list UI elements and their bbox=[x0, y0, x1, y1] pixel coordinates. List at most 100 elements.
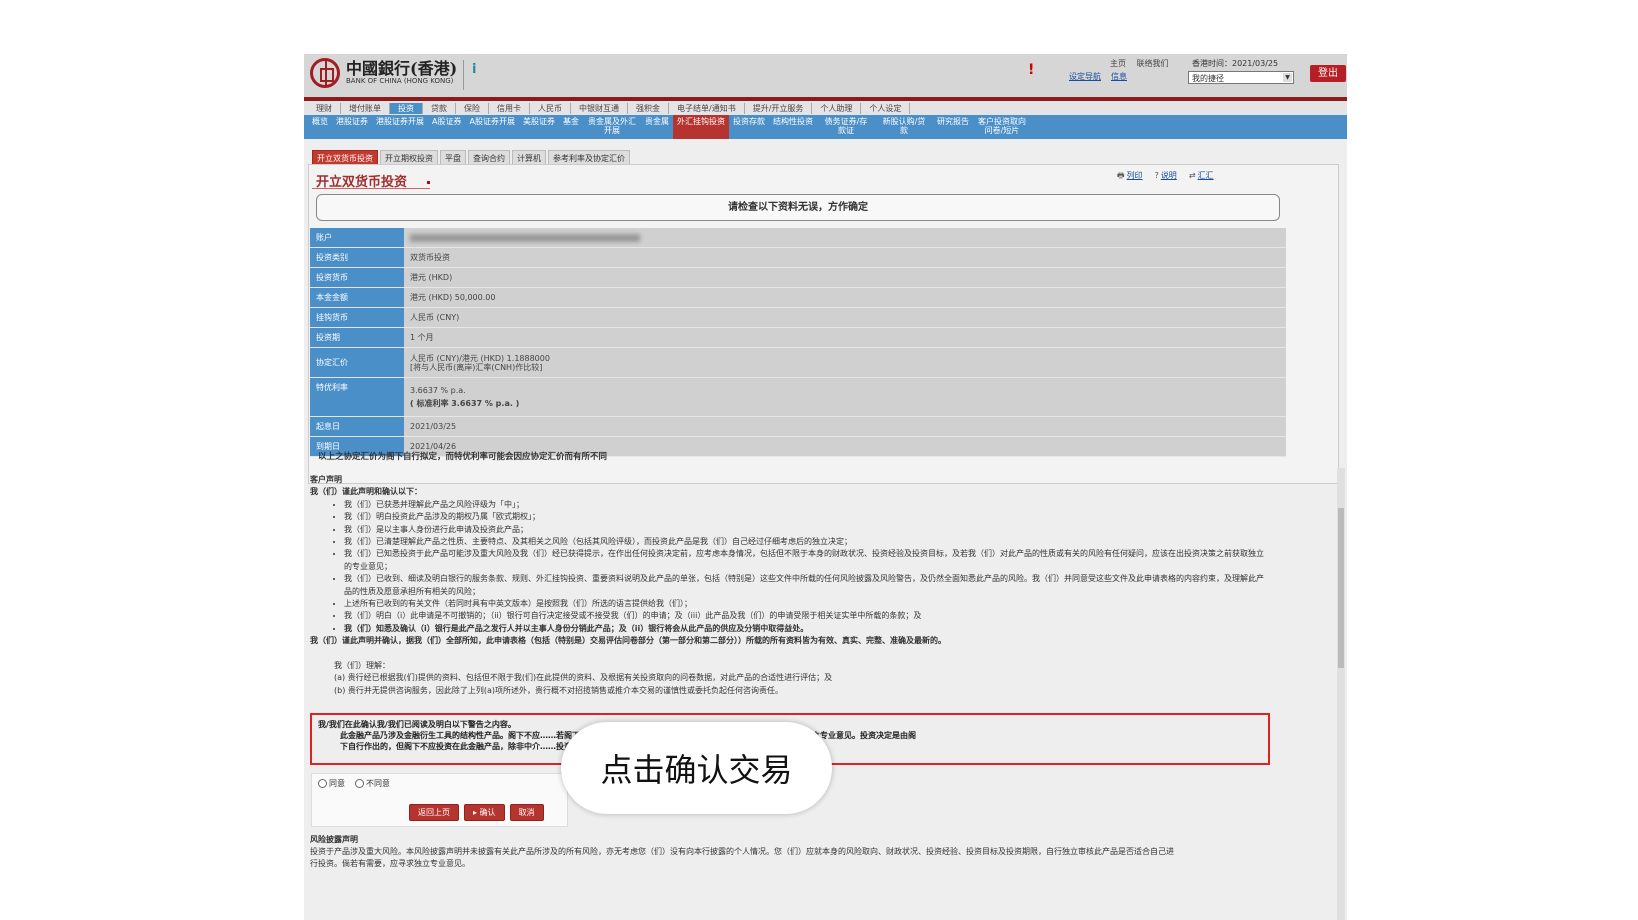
detail-value: 人民币 (CNY)/港元 (HKD) 1.1888000 [将与人民币(离岸)汇… bbox=[404, 348, 1286, 377]
subnav-item[interactable]: 研究报告 bbox=[933, 115, 973, 139]
confirm-label: 确认 bbox=[479, 808, 496, 817]
subnav-item[interactable]: 港股证券开展 bbox=[372, 115, 428, 139]
agree-label: 同意 bbox=[329, 779, 345, 788]
disagree-label: 不同意 bbox=[366, 779, 390, 788]
subnav-item[interactable]: 概览 bbox=[308, 115, 332, 139]
preferential-rate: 3.6637 % p.a. bbox=[410, 386, 466, 395]
action-buttons: 返回上页 ▸ 确认 取消 bbox=[409, 804, 544, 821]
nav-item[interactable]: 信用卡 bbox=[489, 102, 530, 114]
detail-label: 投资期 bbox=[310, 328, 404, 347]
detail-value: 港元 (HKD) bbox=[404, 268, 1286, 287]
my-shortcut-value: 我的捷径 bbox=[1192, 74, 1224, 83]
subnav-item[interactable]: A股证券开展 bbox=[465, 115, 518, 139]
subnav-item[interactable]: 客户投资取向问卷/短片 bbox=[973, 115, 1031, 139]
nav-item[interactable]: 保险 bbox=[456, 102, 489, 114]
hk-time: 香港时间：2021/03/25 bbox=[1192, 59, 1279, 68]
list-item: 上述所有已收到的有关文件（若同时具有中英文版本）是按照我（们）所选的语言提供给我… bbox=[344, 598, 1270, 610]
understand-b: (b) 贵行并无提供咨询服务，因此除了上列(a)项所述外，贵行概不对招揽销售或推… bbox=[334, 685, 784, 695]
contact-link[interactable]: 联络我们 bbox=[1137, 59, 1169, 68]
subnav-item[interactable]: 结构性投资 bbox=[769, 115, 817, 139]
nav-setting-link[interactable]: 设定导航 bbox=[1069, 71, 1101, 82]
title-dot bbox=[427, 181, 430, 184]
nav-item[interactable]: 中银财互通 bbox=[571, 102, 628, 114]
nav-item[interactable]: 个人助理 bbox=[812, 102, 862, 114]
detail-label: 起息日 bbox=[310, 417, 404, 436]
risk-text: 投资于产品涉及重大风险。本风险披露声明并未披露有关此产品所涉及的所有风险，亦无考… bbox=[310, 847, 1174, 856]
nav-item[interactable]: 强积金 bbox=[628, 102, 669, 114]
nav-item-active[interactable]: 投资 bbox=[390, 102, 423, 114]
agreement-panel: 同意 不同意 返回上页 ▸ 确认 取消 bbox=[311, 773, 568, 827]
nav-item[interactable]: 提升/开立服务 bbox=[745, 102, 813, 114]
exchange-icon: ⇄ bbox=[1188, 171, 1196, 180]
subnav-item[interactable]: 新股认购/贷款 bbox=[875, 115, 933, 139]
alert-icon[interactable]: ! bbox=[1028, 62, 1034, 78]
back-button[interactable]: 返回上页 bbox=[409, 804, 459, 821]
logo-text: 中國銀行(香港) BANK OF CHINA (HONG KONG) bbox=[346, 60, 457, 85]
detail-value: 1 个月 bbox=[404, 328, 1286, 347]
home-link[interactable]: 主页 bbox=[1110, 59, 1126, 68]
secondary-nav: 概览 港股证券 港股证券开展 A股证券 A股证券开展 美股证券 基金 贵金属及外… bbox=[304, 115, 1347, 139]
confirm-button[interactable]: ▸ 确认 bbox=[464, 804, 505, 821]
masked-account bbox=[410, 233, 640, 242]
my-shortcut-select[interactable]: 我的捷径 ▼ bbox=[1188, 71, 1294, 84]
vertical-scrollbar[interactable] bbox=[1337, 468, 1345, 920]
radio-circle-icon bbox=[318, 779, 327, 788]
subnav-item[interactable]: A股证券 bbox=[428, 115, 465, 139]
fx-link[interactable]: 汇汇 bbox=[1198, 171, 1214, 180]
radio-circle-icon bbox=[355, 779, 364, 788]
nav-item[interactable]: 理财 bbox=[308, 102, 341, 114]
rate-note: 以上之协定汇价为阁下自行拟定，而特优利率可能会因应协定汇价而有所不同 bbox=[318, 452, 608, 462]
detail-row: 本金金额 港元 (HKD) 50,000.00 bbox=[310, 288, 1286, 308]
info-icon[interactable]: i bbox=[472, 62, 476, 77]
declaration-sub: 我（们）谨此声明和确认以下： bbox=[310, 487, 422, 497]
detail-row: 投资类别 双货币投资 bbox=[310, 248, 1286, 268]
nav-item[interactable]: 个人设定 bbox=[861, 102, 911, 114]
chevron-down-icon: ▼ bbox=[1283, 73, 1292, 82]
cancel-button[interactable]: 取消 bbox=[509, 804, 544, 821]
help-tool[interactable]: ? 说明 bbox=[1155, 170, 1177, 184]
subnav-item[interactable]: 港股证券 bbox=[332, 115, 372, 139]
fx-tool[interactable]: ⇄ 汇汇 bbox=[1189, 170, 1214, 184]
disagree-radio[interactable]: 不同意 bbox=[355, 778, 390, 789]
message-link[interactable]: 信息 bbox=[1111, 71, 1127, 82]
list-item: 我（们）是以主事人身份进行此申请及投资此产品； bbox=[344, 524, 1270, 536]
logo-cn: 中國銀行(香港) bbox=[346, 59, 458, 79]
detail-row: 投资期 1 个月 bbox=[310, 328, 1286, 348]
list-item: 我（们）已知悉投资于此产品可能涉及重大风险及我（们）经已获得提示，在作出任何投资… bbox=[344, 548, 1270, 573]
scrollbar-thumb[interactable] bbox=[1338, 508, 1344, 668]
detail-label: 本金金额 bbox=[310, 288, 404, 307]
agree-options: 同意 不同意 bbox=[318, 778, 390, 789]
detail-value: 双货币投资 bbox=[404, 248, 1286, 267]
subnav-item-active[interactable]: 外汇挂钩投资 bbox=[672, 115, 729, 139]
detail-row: 协定汇价 人民币 (CNY)/港元 (HKD) 1.1888000 [将与人民币… bbox=[310, 348, 1286, 378]
subnav-item[interactable]: 贵金属及外汇开展 bbox=[583, 115, 641, 139]
list-item: 我（们）明白（i）此申请是不可撤销的；（ii）银行可自行决定接受或不接受我（们）… bbox=[344, 610, 1270, 622]
bank-logo[interactable]: 中國銀行(香港) BANK OF CHINA (HONG KONG) bbox=[310, 58, 457, 88]
help-link[interactable]: 说明 bbox=[1161, 171, 1177, 180]
nav-item[interactable]: 贷款 bbox=[423, 102, 456, 114]
subnav-item[interactable]: 投资存款 bbox=[729, 115, 769, 139]
subnav-item[interactable]: 美股证券 bbox=[519, 115, 559, 139]
nav-item[interactable]: 增付账单 bbox=[341, 102, 390, 114]
detail-row: 投资货币 港元 (HKD) bbox=[310, 268, 1286, 288]
detail-label: 投资类别 bbox=[310, 248, 404, 267]
list-item: 我（们）已获悉并理解此产品之风险评级为「中」； bbox=[344, 499, 1270, 511]
detail-row: 挂钩货币 人民币 (CNY) bbox=[310, 308, 1286, 328]
print-tool[interactable]: 🖶 列印 bbox=[1117, 170, 1143, 184]
nav-item[interactable]: 电子结单/通知书 bbox=[669, 102, 745, 114]
list-item: 我（们）明白投资此产品涉及的期权乃属「欧式期权」； bbox=[344, 511, 1270, 523]
list-item: 我（们）已收到、细读及明白银行的服务条款、规则、外汇挂钩投资、重要资料说明及此产… bbox=[344, 573, 1270, 598]
agree-radio[interactable]: 同意 bbox=[318, 778, 345, 789]
logo-en: BANK OF CHINA (HONG KONG) bbox=[346, 76, 454, 85]
subnav-item[interactable]: 债务证券/存款证 bbox=[817, 115, 875, 139]
boc-logo-icon bbox=[310, 58, 340, 88]
primary-nav: 理财 增付账单 投资 贷款 保险 信用卡 人民币 中银财互通 强积金 电子结单/… bbox=[304, 101, 1347, 115]
print-link[interactable]: 列印 bbox=[1127, 171, 1143, 180]
top-links: 主页 联络我们 bbox=[1110, 58, 1177, 69]
risk-text: 行投资。倘若有需要，应寻求独立专业意见。 bbox=[310, 859, 470, 868]
standard-rate: ( 标准利率 3.6637 % p.a. ) bbox=[410, 399, 520, 408]
nav-item[interactable]: 人民币 bbox=[530, 102, 571, 114]
logout-button[interactable]: 登出 bbox=[1310, 65, 1346, 82]
subnav-item[interactable]: 基金 bbox=[559, 115, 583, 139]
subnav-item[interactable]: 贵金属 bbox=[641, 115, 673, 139]
